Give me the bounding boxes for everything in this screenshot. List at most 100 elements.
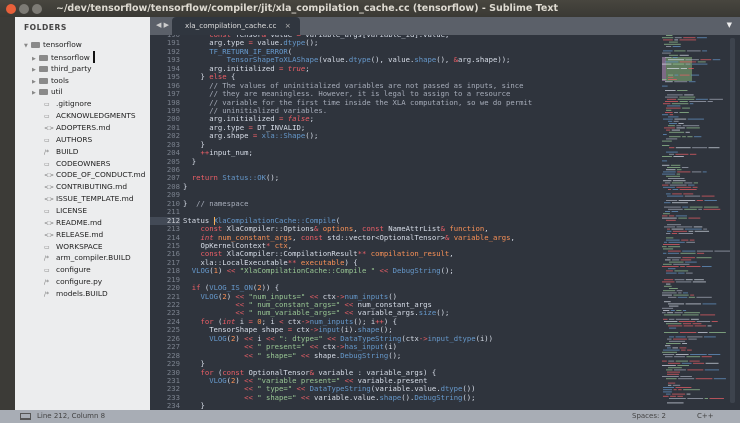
sidebar-item[interactable]: ▭ AUTHORS [44,134,92,145]
minimap-line [664,285,672,287]
vertical-scrollbar[interactable] [730,38,735,403]
minimap[interactable] [662,35,732,410]
sidebar-item-label: ISSUE_TEMPLATE.md [56,194,134,204]
sidebar-item[interactable]: <> CODE_OF_CONDUCT.md [44,169,145,180]
sidebar-item[interactable]: ▭ LICENSE [44,205,87,216]
sidebar-item-label: AUTHORS [56,134,93,144]
minimap-line [713,378,726,380]
code-token: shape. [309,350,341,360]
minimap-line [671,211,679,212]
maximize-window-button[interactable] [32,4,42,14]
sidebar-item[interactable]: <> README.md [44,217,102,228]
code-token: std::vector<OptionalTensor> [322,232,445,242]
sidebar-item[interactable]: ▶ tensorflow [32,50,95,63]
minimap-line [666,219,676,221]
minimap-line [689,153,697,155]
sidebar-item[interactable]: ▼ tensorflow [24,39,82,50]
minimap-line [714,250,732,252]
tab-nav-arrows-icon[interactable]: ◀ ▶ [156,21,169,29]
sidebar-item[interactable]: ▭ ACKNOWLEDGMENTS [44,110,136,121]
code-line[interactable]: 202 arg.shape = xla::Shape(); [150,131,660,140]
sidebar-item[interactable]: ▭ CODEOWNERS [44,158,111,169]
code-editor[interactable]: 190 const Tensor& value = variable_args[… [150,35,740,410]
minimap-line [687,50,701,52]
minimap-line [709,398,724,399]
indentation-setting[interactable]: Spaces: 2 [632,410,666,423]
minimap-line [668,79,677,80]
sidebar-item-label: CODEOWNERS [56,158,111,168]
sidebar-item[interactable]: <> ADOPTERS.md [44,122,110,133]
minimap-line [664,241,668,243]
code-lines[interactable]: 190 const Tensor& value = variable_args[… [150,35,660,410]
sidebar-item[interactable]: /* arm_compiler.BUILD [44,252,131,263]
sidebar-item-label: util [51,87,63,97]
code-line[interactable]: 208} [150,182,660,191]
minimap-line [707,101,713,102]
sidebar-item[interactable]: ▶ third_party [32,63,91,74]
code-token: shape [379,392,402,402]
sidebar-item[interactable]: /* configure.py [44,276,102,287]
tab-xla-compilation-cache[interactable]: xla_compilation_cache.cc × [172,17,300,35]
minimap-line [676,290,683,292]
minimap-line [674,74,679,76]
code-line[interactable]: 218 VLOG(1) << "XlaCompilationCache::Com… [150,266,660,275]
panel-toggle-icon[interactable] [20,413,31,420]
minimap-line [663,310,670,311]
minimap-line [703,228,708,230]
minimap-line [666,270,673,272]
code-line[interactable]: 228 << " shape=" << shape.DebugString(); [150,350,660,360]
sidebar-item[interactable]: <> ISSUE_TEMPLATE.md [44,193,134,204]
sidebar-item[interactable]: ▭ configure [44,264,91,275]
sidebar-item[interactable]: /* BUILD [44,146,78,157]
minimap-line [708,147,720,149]
window-title: ~/dev/tensorflow/tensorflow/compiler/jit… [56,3,559,14]
minimap-line [675,147,691,149]
minimap-line [675,360,688,362]
minimize-window-button[interactable] [19,4,29,14]
minimap-line [662,145,670,146]
sidebar-item[interactable]: ▶ tools [32,75,69,86]
code-line[interactable]: 234 } [150,401,660,410]
minimap-line [671,129,681,131]
syntax-selector[interactable]: C++ [697,410,714,423]
code-line[interactable]: 233 << " shape=" << variable.value.shape… [150,392,660,402]
code-line[interactable]: 210} // namespace [150,199,660,208]
minimap-line [679,189,697,190]
code-line[interactable]: 204 ++input_num; [150,148,660,157]
close-window-button[interactable] [6,4,16,14]
collapsed-arrow-icon[interactable]: ▶ [32,88,39,99]
sidebar-item[interactable]: <> CONTRIBUTING.md [44,181,127,192]
minimap-line [686,127,700,129]
minimap-line [676,173,681,175]
minimap-line [682,323,692,325]
minimap-line [679,61,697,63]
sidebar-item[interactable]: ▭ WORKSPACE [44,241,103,252]
code-text: } [183,157,196,166]
markup-icon: <> [44,172,55,180]
code-line[interactable]: 205 } [150,157,660,166]
sidebar-item[interactable]: ▭ .gitignore [44,98,91,109]
minimap-line [667,402,684,404]
minimap-line [704,200,717,201]
minimap-line [694,230,710,232]
tab-close-icon[interactable]: × [285,21,291,30]
minimap-line [668,250,681,252]
sidebar-item[interactable]: ▶ util [32,86,63,97]
minimap-line [664,321,678,322]
minimap-line [668,189,672,190]
minimap-line [675,318,690,320]
expanded-arrow-icon[interactable]: ▼ [24,41,31,52]
sidebar: FOLDERS ▼ tensorflow ▶ tensorflow ▶ third_par… [15,17,150,410]
folders-header: FOLDERS [24,23,67,32]
sidebar-item[interactable]: <> RELEASE.md [44,229,103,240]
code-line[interactable]: 207 return Status::OK(); [150,173,660,182]
sidebar-item[interactable]: /* models.BUILD [44,288,108,299]
minimap-line [696,200,703,201]
comment-icon: /* [44,148,50,156]
minimap-line [691,63,708,65]
minimap-line [695,98,708,100]
minimap-line [667,94,683,96]
tab-dropdown-icon[interactable]: ▼ [727,21,732,29]
minimap-line [665,101,679,102]
minimap-line [671,182,683,184]
